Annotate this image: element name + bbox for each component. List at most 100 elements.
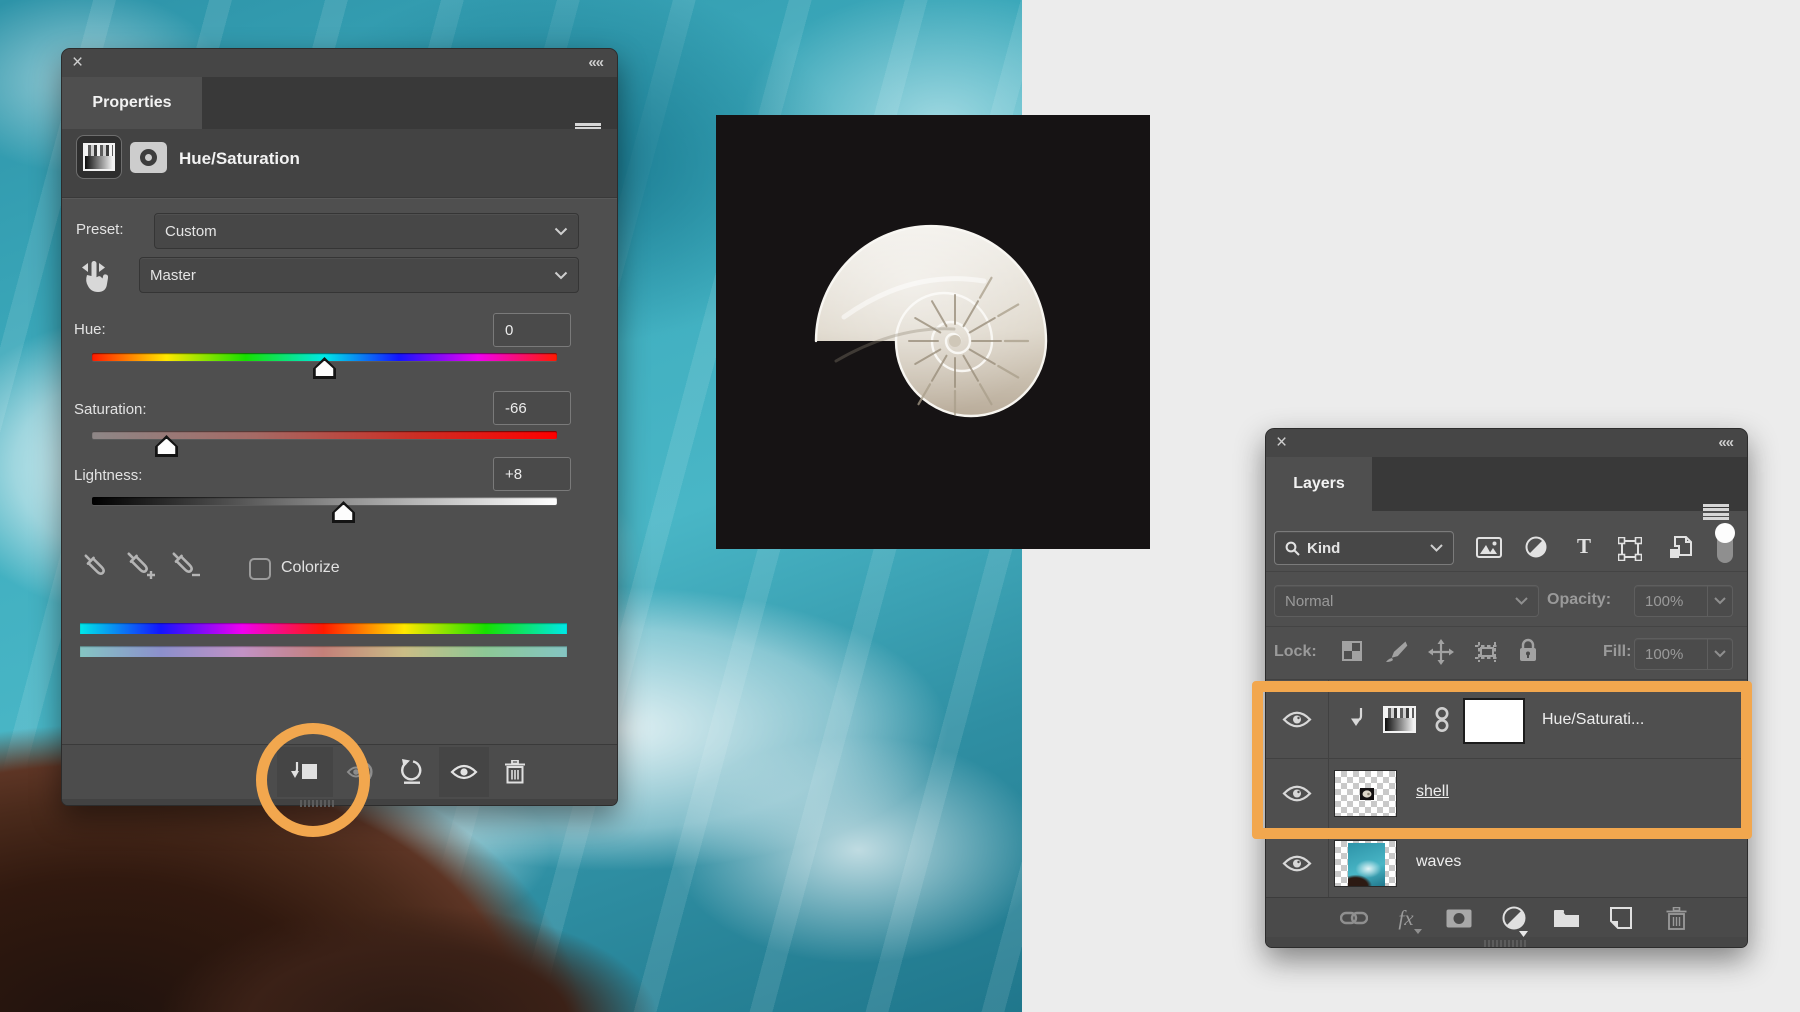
nautilus-shell-image <box>716 115 1150 549</box>
layer-thumbnail[interactable] <box>1334 770 1397 817</box>
opacity-label: Opacity: <box>1547 591 1611 609</box>
blend-mode-value: Normal <box>1285 593 1333 610</box>
link-layers-icon[interactable] <box>1336 898 1372 938</box>
layer-row-waves[interactable]: waves <box>1266 828 1747 899</box>
layers-blend-row: Normal Opacity: 100% <box>1266 571 1747 627</box>
add-layer-mask-icon[interactable] <box>1441 898 1477 938</box>
layer-visibility-toggle[interactable] <box>1266 680 1329 758</box>
close-icon[interactable]: × <box>1276 431 1287 455</box>
layer-row-shell[interactable]: shell <box>1266 758 1747 829</box>
layers-lock-row: Lock: <box>1266 626 1747 680</box>
panel-bottom-edge <box>1266 937 1747 947</box>
divider <box>62 197 617 198</box>
lightness-value: +8 <box>505 466 522 483</box>
reset-adjustment-icon[interactable] <box>387 747 437 797</box>
resize-grip[interactable] <box>1484 940 1526 947</box>
fill-value: 100% <box>1645 646 1683 663</box>
opacity-field[interactable]: 100% <box>1634 585 1733 617</box>
lightness-value-field[interactable]: +8 <box>493 457 571 491</box>
properties-panel: × «« Properties Hue/Saturation Preset: C… <box>61 48 618 806</box>
lock-transparency-icon[interactable] <box>1342 641 1362 661</box>
layer-visibility-toggle[interactable] <box>1266 828 1329 898</box>
mask-link-icon <box>1432 706 1452 734</box>
preset-label: Preset: <box>76 221 124 238</box>
tab-layers[interactable]: Layers <box>1266 457 1372 511</box>
layer-thumbnail[interactable] <box>1334 840 1397 887</box>
photoshop-workspace: × «« Properties Hue/Saturation Preset: C… <box>0 0 1800 1012</box>
filter-image-icon[interactable] <box>1476 537 1502 558</box>
hue-slider-thumb[interactable] <box>312 357 337 379</box>
layer-visibility-toggle[interactable] <box>1266 758 1329 828</box>
collapse-panel-icon[interactable]: «« <box>588 51 603 75</box>
clip-to-layer-button[interactable] <box>277 747 333 797</box>
visibility-eye-icon[interactable] <box>439 747 489 797</box>
blend-mode-dropdown[interactable]: Normal <box>1274 585 1539 617</box>
filter-kind-dropdown[interactable]: Kind <box>1274 531 1454 565</box>
fill-field[interactable]: 100% <box>1634 638 1733 670</box>
add-sample-eyedropper-icon[interactable] <box>123 547 157 583</box>
tab-layers-label: Layers <box>1293 475 1345 493</box>
layers-panel: × «« Layers Kind <box>1265 428 1748 948</box>
lightness-slider-track[interactable] <box>92 497 557 505</box>
tab-properties[interactable]: Properties <box>62 77 202 129</box>
mask-icon[interactable] <box>130 142 167 173</box>
chevron-down-icon <box>554 227 568 236</box>
layers-tabstrip: Layers <box>1266 457 1747 511</box>
view-previous-state-icon[interactable] <box>337 747 387 797</box>
collapse-panel-icon[interactable]: «« <box>1718 431 1733 455</box>
lock-position-move-icon[interactable] <box>1428 639 1454 665</box>
preset-value: Custom <box>165 223 217 240</box>
adjustment-layer-button[interactable] <box>76 135 122 179</box>
channel-value: Master <box>150 267 196 284</box>
chevron-down-icon <box>1430 544 1443 552</box>
new-group-folder-icon[interactable] <box>1548 898 1584 938</box>
tab-properties-label: Properties <box>92 94 171 112</box>
saturation-value: -66 <box>505 400 527 417</box>
targeted-adjustment-icon[interactable] <box>79 257 115 297</box>
channel-dropdown[interactable]: Master <box>139 257 579 293</box>
adjustment-layer-thumbnail[interactable] <box>1383 706 1416 733</box>
clipping-mask-arrow-icon <box>1350 707 1366 729</box>
lock-pixels-brush-icon[interactable] <box>1384 639 1408 663</box>
layers-filter-row: Kind T <box>1266 511 1747 571</box>
saturation-value-field[interactable]: -66 <box>493 391 571 425</box>
chevron-down-icon <box>1714 650 1726 658</box>
delete-adjustment-icon[interactable] <box>490 747 540 797</box>
hue-spectrum-before-bar <box>80 623 567 634</box>
layer-row-hue-saturation[interactable]: Hue/Saturati... <box>1266 680 1747 759</box>
close-icon[interactable]: × <box>72 51 83 75</box>
resize-grip[interactable] <box>300 800 334 807</box>
properties-titlebar: × «« <box>62 49 617 77</box>
hue-value: 0 <box>505 322 513 339</box>
eye-icon <box>1282 854 1312 873</box>
adjustment-title: Hue/Saturation <box>179 149 300 169</box>
layers-toolbar: fx <box>1266 897 1747 938</box>
preset-dropdown[interactable]: Custom <box>154 213 579 249</box>
hue-value-field[interactable]: 0 <box>493 313 571 347</box>
eye-icon <box>1282 784 1312 803</box>
layer-name[interactable]: waves <box>1416 853 1461 871</box>
subtract-sample-eyedropper-icon[interactable] <box>168 547 202 583</box>
filter-toggle-switch[interactable] <box>1712 521 1738 567</box>
filter-smart-object-icon[interactable] <box>1668 535 1693 560</box>
lock-artboard-icon[interactable] <box>1474 641 1500 663</box>
colorize-checkbox[interactable] <box>249 558 271 580</box>
lightness-slider-thumb[interactable] <box>331 501 356 523</box>
layer-mask-thumbnail[interactable] <box>1463 698 1525 744</box>
chevron-down-icon <box>1714 597 1726 605</box>
opacity-value: 100% <box>1645 593 1683 610</box>
new-layer-icon[interactable] <box>1603 898 1639 938</box>
caret-down-icon <box>1414 929 1422 934</box>
filter-shape-icon[interactable] <box>1618 537 1642 561</box>
layer-name[interactable]: Hue/Saturati... <box>1542 711 1644 729</box>
layer-name[interactable]: shell <box>1416 783 1449 801</box>
lock-all-icon[interactable] <box>1518 638 1538 663</box>
saturation-slider-thumb[interactable] <box>154 435 179 457</box>
chevron-down-icon <box>554 271 568 280</box>
shell-canvas <box>716 115 1150 549</box>
eyedropper-icon[interactable] <box>78 547 112 583</box>
filter-type-icon[interactable]: T <box>1577 534 1591 559</box>
filter-adjustment-icon[interactable] <box>1525 536 1547 558</box>
delete-layer-icon[interactable] <box>1658 898 1694 938</box>
search-icon <box>1285 541 1300 556</box>
